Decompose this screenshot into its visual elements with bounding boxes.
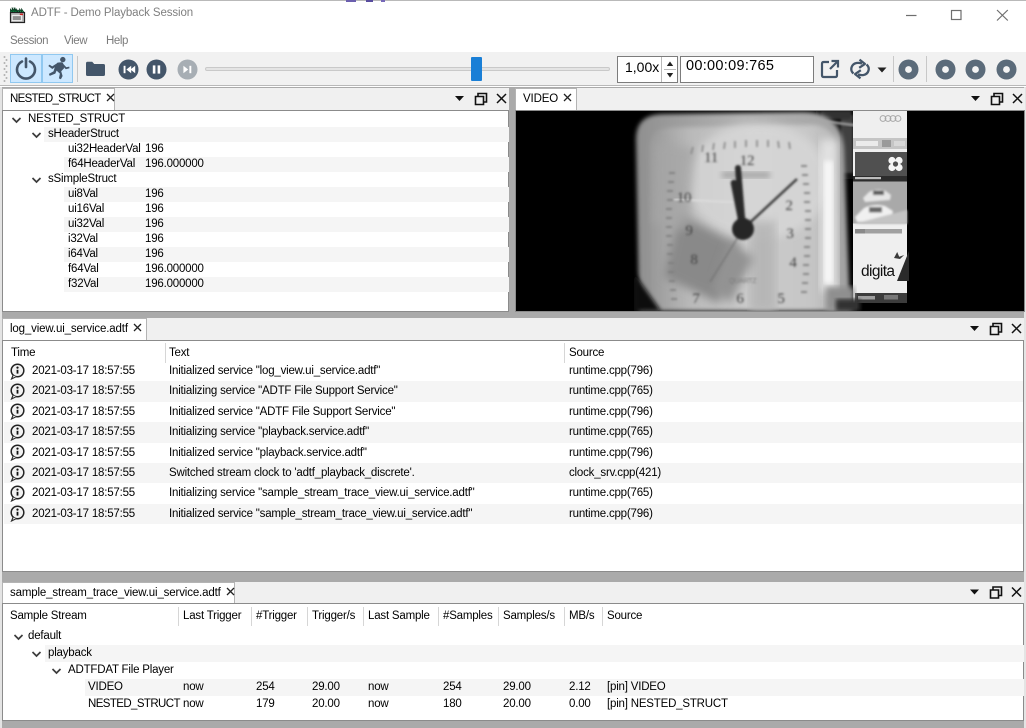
- svg-text:7: 7: [692, 291, 700, 307]
- svg-text:11: 11: [704, 150, 718, 166]
- svg-text:3: 3: [786, 226, 793, 242]
- svg-text:6: 6: [736, 291, 744, 307]
- svg-text:5: 5: [777, 291, 784, 307]
- svg-text:digita: digita: [861, 263, 895, 280]
- svg-text:9: 9: [685, 223, 692, 239]
- svg-text:2: 2: [785, 198, 792, 214]
- svg-text:12: 12: [740, 153, 755, 169]
- svg-text:10: 10: [677, 190, 692, 206]
- svg-text:8: 8: [690, 252, 697, 268]
- svg-text:QUARTZ: QUARTZ: [729, 278, 757, 285]
- svg-text:4: 4: [789, 255, 797, 271]
